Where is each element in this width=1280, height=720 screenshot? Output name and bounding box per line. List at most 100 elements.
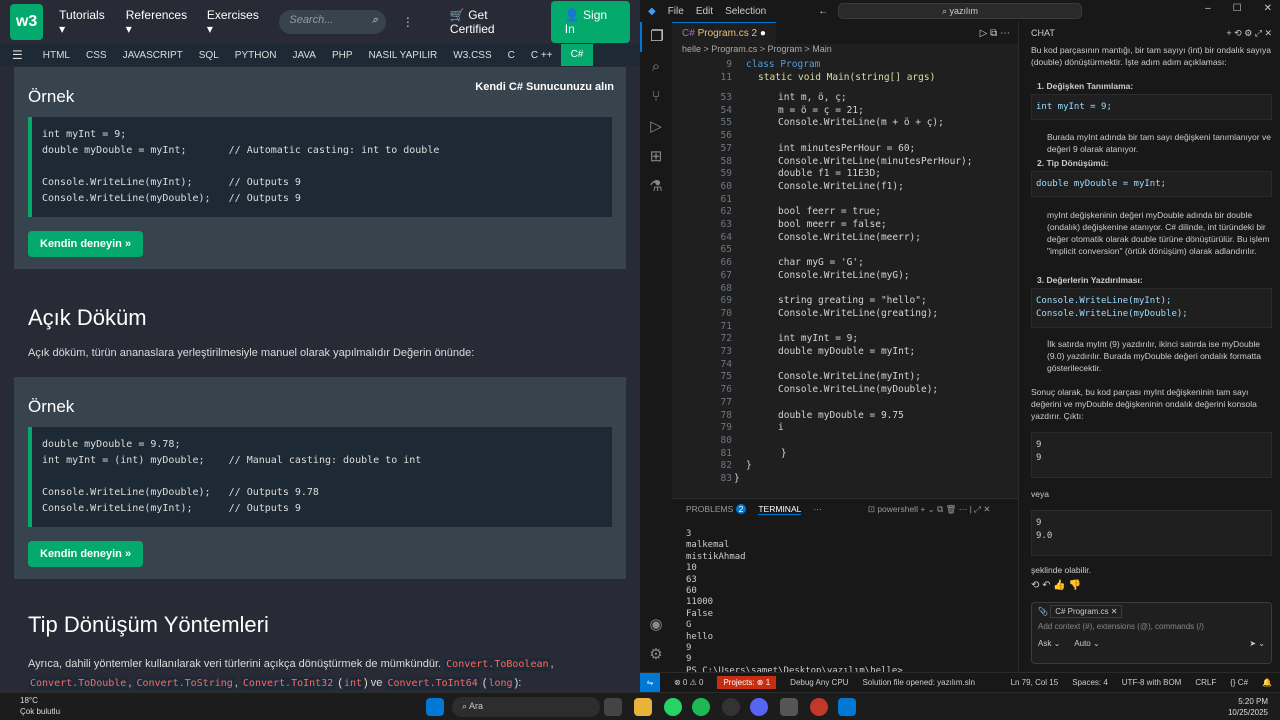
- language-mode[interactable]: {} C#: [1230, 678, 1248, 687]
- close-icon[interactable]: ✕: [1264, 3, 1272, 14]
- errors-count[interactable]: ⊗ 0 ⚠ 0: [674, 678, 703, 687]
- run-icon[interactable]: ▷ ⧉ ⋯: [980, 28, 1018, 39]
- testing-icon[interactable]: ⚗: [640, 172, 672, 202]
- clock[interactable]: 5:20 PM 10/25/2025: [1228, 696, 1268, 718]
- weather-widget[interactable]: 18°C Çok bulutlu: [20, 695, 60, 717]
- try-it-button[interactable]: Kendin deneyin »: [28, 541, 144, 567]
- hamburger-icon[interactable]: ☰: [0, 48, 35, 62]
- sign-in-button[interactable]: 👤 Sign In: [550, 1, 630, 43]
- topic-css[interactable]: CSS: [78, 50, 115, 61]
- terminal-line: False: [686, 608, 714, 619]
- notifications-icon[interactable]: 🔔: [1262, 678, 1280, 687]
- chat-code-block[interactable]: int myInt = 9;: [1031, 94, 1272, 120]
- search-icon[interactable]: ⌕: [372, 14, 378, 27]
- topic-w3css[interactable]: W3.CSS: [445, 50, 499, 61]
- more-icon[interactable]: ⋮: [402, 15, 414, 29]
- settings-gear-icon[interactable]: ⚙: [640, 640, 672, 670]
- output-block[interactable]: 9 9: [1031, 432, 1272, 478]
- more-icon[interactable]: ⋯: [813, 504, 822, 515]
- taskbar-search[interactable]: ⌕ Ara: [452, 697, 600, 717]
- file-explorer-icon[interactable]: [634, 698, 652, 716]
- tab-problems[interactable]: PROBLEMS 2: [686, 504, 747, 514]
- menu-selection[interactable]: Selection: [725, 6, 766, 17]
- topic-java[interactable]: JAVA: [284, 50, 324, 61]
- run-debug-icon[interactable]: ▷: [640, 112, 672, 142]
- vscode-taskbar-icon[interactable]: [838, 698, 856, 716]
- topic-csharp[interactable]: C#: [560, 44, 594, 66]
- source-control-icon[interactable]: ⑂: [640, 82, 672, 112]
- spotify-icon[interactable]: [692, 698, 710, 716]
- topic-python[interactable]: PYTHON: [227, 50, 285, 61]
- vscode-icon: ◆: [648, 5, 656, 17]
- cursor-position[interactable]: Ln 79, Col 15: [1011, 678, 1059, 687]
- search-input[interactable]: Search... ⌕: [279, 10, 386, 34]
- feedback-icons[interactable]: ⟲ ↶ 👍 👎: [1031, 580, 1272, 592]
- topic-how-to[interactable]: NASIL YAPILIR: [361, 50, 446, 61]
- chat-text: Burada myInt adında bir tam sayı değişke…: [1047, 132, 1271, 154]
- minimize-icon[interactable]: –: [1205, 3, 1211, 14]
- topic-cpp[interactable]: C ++: [523, 50, 561, 61]
- code-line: 69 string greating = "hello";: [672, 295, 1018, 308]
- chat-code-block[interactable]: double myDouble = myInt;: [1031, 171, 1272, 197]
- line-number: 54: [720, 104, 732, 116]
- chat-input[interactable]: 📎 C# Program.cs ✕ Add context (#), exten…: [1031, 602, 1272, 664]
- line-number: 64: [720, 231, 732, 243]
- terminal-output[interactable]: 3 malkemal mistikAhmad 10 63 60 11000 False Ghel…: [672, 519, 1018, 677]
- send-icon[interactable]: ➤ ⌄: [1249, 639, 1265, 648]
- menu-file[interactable]: File: [668, 6, 684, 17]
- topic-html[interactable]: HTML: [35, 50, 78, 61]
- breadcrumb[interactable]: helle > Program.cs > Program > Main: [672, 44, 1018, 58]
- line-ending[interactable]: CRLF: [1195, 678, 1216, 687]
- get-certified-link[interactable]: 🛒 Get Certified: [450, 8, 529, 36]
- windows-start-icon[interactable]: [426, 698, 444, 716]
- get-server-link[interactable]: Kendi C# Sunucunuzu alın: [475, 81, 614, 93]
- encoding[interactable]: UTF-8 with BOM: [1122, 678, 1182, 687]
- code-text: double myDouble = 9.75: [778, 409, 904, 421]
- app-icon[interactable]: [722, 698, 740, 716]
- app-icon[interactable]: [780, 698, 798, 716]
- chat-actions[interactable]: + ⟲ ⚙ ⤢ ✕: [1226, 28, 1280, 39]
- projects-status[interactable]: Projects: ⊗ 1: [717, 676, 777, 689]
- extensions-icon[interactable]: ⊞: [640, 142, 672, 172]
- methods-heading: Tip Dönüşüm Yöntemleri: [28, 612, 269, 637]
- task-view-icon[interactable]: [604, 698, 622, 716]
- code-editor[interactable]: C# Program.cs 2 ● ▷ ⧉ ⋯ helle > Program.…: [672, 22, 1018, 492]
- code-line: 65: [672, 244, 1018, 257]
- whatsapp-icon[interactable]: [664, 698, 682, 716]
- search-icon[interactable]: ⌕: [640, 52, 672, 82]
- topic-javascript[interactable]: JAVASCRIPT: [115, 50, 191, 61]
- chat-code-block[interactable]: Console.WriteLine(myInt); Console.WriteL…: [1031, 288, 1272, 328]
- tab-terminal[interactable]: TERMINAL: [758, 504, 802, 515]
- maximize-icon[interactable]: ☐: [1233, 3, 1242, 14]
- topic-php[interactable]: PHP: [324, 50, 361, 61]
- remote-icon[interactable]: ⇋: [640, 672, 660, 693]
- nav-tutorials[interactable]: Tutorials ▾: [59, 8, 110, 36]
- menu-edit[interactable]: Edit: [696, 6, 713, 17]
- code-text: Console.WriteLine(f1);: [778, 180, 904, 192]
- browser-icon[interactable]: [810, 698, 828, 716]
- indentation[interactable]: Spaces: 4: [1072, 678, 1108, 687]
- try-it-button[interactable]: Kendin deneyin »: [28, 231, 144, 257]
- nav-exercises[interactable]: Exercises ▾: [207, 8, 264, 36]
- debug-config[interactable]: Debug Any CPU: [790, 678, 848, 687]
- output-block[interactable]: 9 9.0: [1031, 510, 1272, 556]
- account-icon[interactable]: ◉: [640, 610, 672, 640]
- tab-program-cs[interactable]: C# Program.cs 2 ●: [672, 22, 776, 44]
- minimap[interactable]: [986, 44, 1022, 484]
- explorer-icon[interactable]: ❐: [640, 22, 672, 52]
- w3schools-logo[interactable]: w3: [10, 4, 44, 40]
- solution-status[interactable]: Solution file opened: yazılım.sln: [862, 678, 975, 687]
- attachment-chip[interactable]: 📎 C# Program.cs ✕: [1032, 603, 1271, 620]
- shell-selector[interactable]: ⊡ powershell + ⌄ ⧉ 🗑 ⋯ | ⤢ ✕: [868, 504, 991, 515]
- code-text: Console.WriteLine(meerr);: [778, 231, 921, 243]
- back-arrow-icon[interactable]: ←: [818, 6, 828, 17]
- ask-mode-dropdown[interactable]: Ask ⌄: [1038, 639, 1060, 648]
- topic-c[interactable]: C: [500, 50, 523, 61]
- topic-sql[interactable]: SQL: [191, 50, 227, 61]
- code-line: 61: [672, 194, 1018, 207]
- nav-references[interactable]: References ▾: [126, 8, 191, 36]
- sticky-line: class Program: [746, 59, 821, 70]
- command-center-search[interactable]: ⌕ yazılım: [838, 3, 1082, 19]
- model-dropdown[interactable]: Auto ⌄: [1074, 639, 1099, 648]
- discord-icon[interactable]: [750, 698, 768, 716]
